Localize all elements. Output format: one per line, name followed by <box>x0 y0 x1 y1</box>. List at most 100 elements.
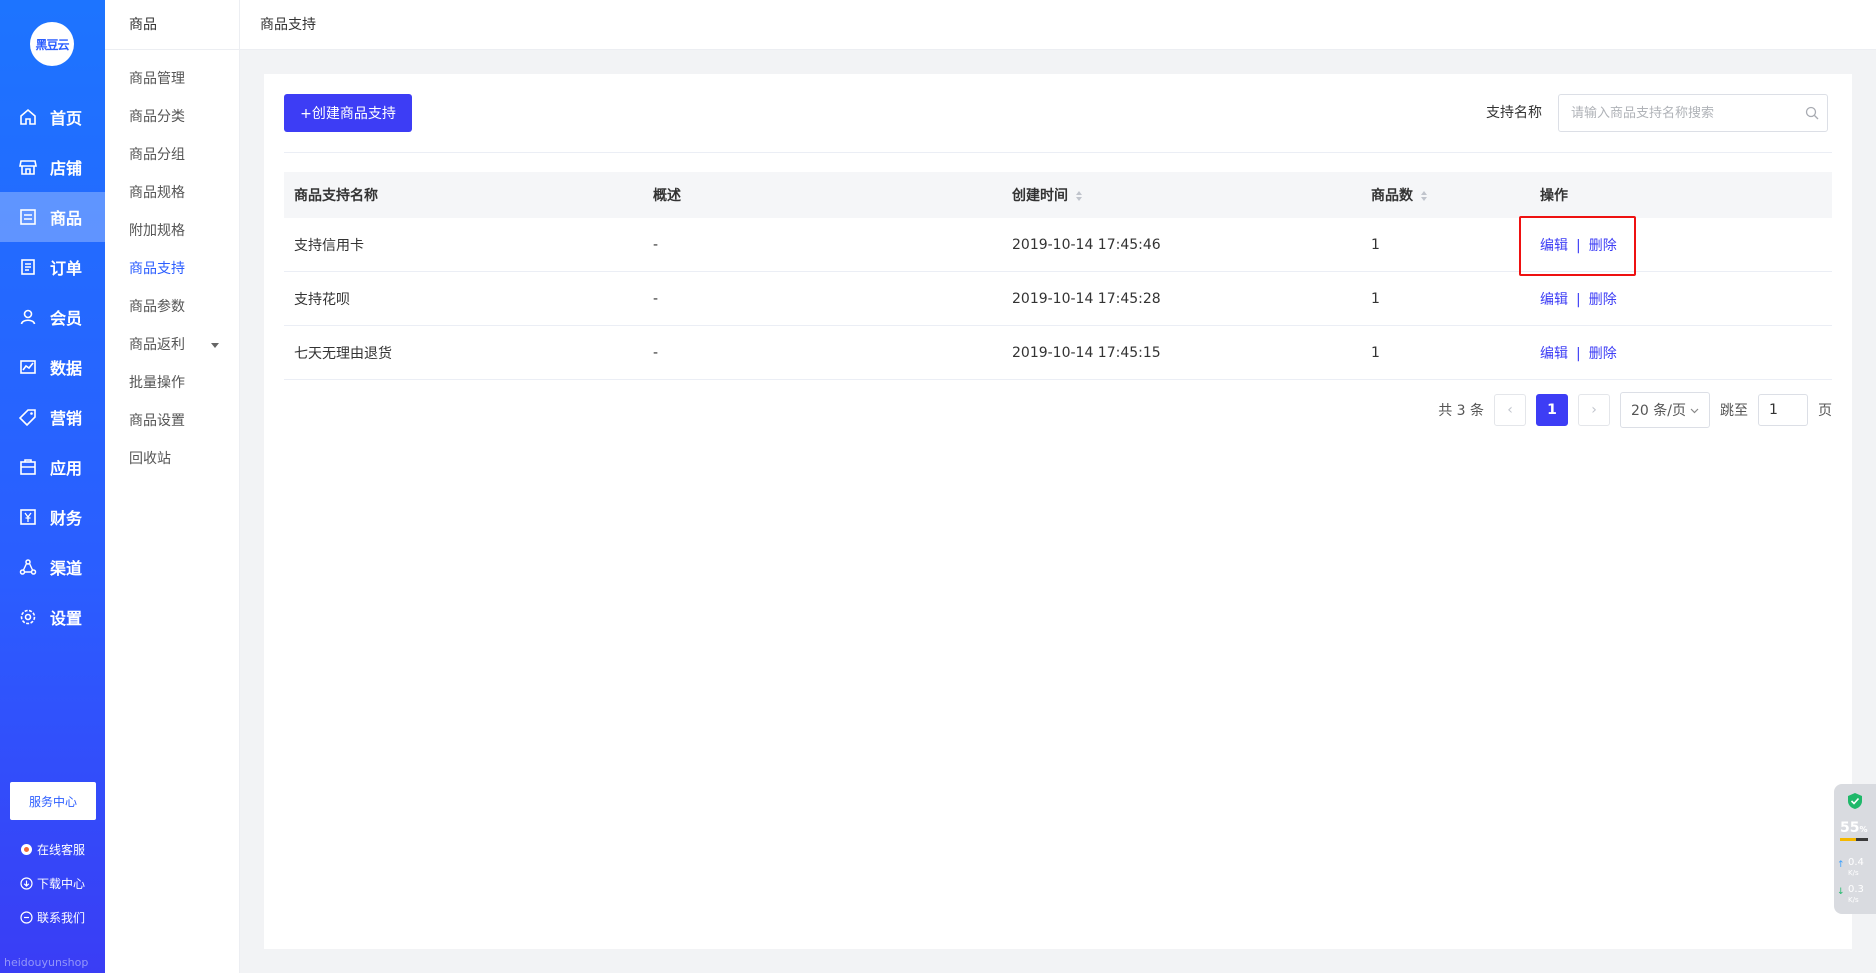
member-icon <box>18 308 38 326</box>
sub-item-goods-support[interactable]: 商品支持 <box>105 250 239 288</box>
sub-nav-list: 商品管理 商品分类 商品分组 商品规格 附加规格 商品支持 商品参数 商品返利 … <box>105 50 239 478</box>
delete-link[interactable]: 删除 <box>1589 346 1617 362</box>
search-box <box>1558 94 1828 132</box>
chevron-left-icon: ‹ <box>1507 402 1513 418</box>
download-speed: 0.3 <box>1848 884 1864 895</box>
prev-page-button[interactable]: ‹ <box>1494 394 1526 426</box>
memory-bar <box>1840 838 1868 841</box>
sub-item-goods-manage[interactable]: 商品管理 <box>105 60 239 98</box>
highlight-box <box>1519 216 1636 276</box>
nav-item-marketing[interactable]: 营销 <box>0 392 105 442</box>
sub-item-goods-settings[interactable]: 商品设置 <box>105 402 239 440</box>
delete-link[interactable]: 删除 <box>1589 292 1617 308</box>
sub-item-goods-spec[interactable]: 商品规格 <box>105 174 239 212</box>
nav-item-channel[interactable]: 渠道 <box>0 542 105 592</box>
search-label: 支持名称 <box>1486 105 1542 121</box>
nav-item-app[interactable]: 应用 <box>0 442 105 492</box>
cell-actions: 编辑 | 删除 <box>1530 343 1832 363</box>
cell-time: 2019-10-14 17:45:15 <box>1012 344 1161 361</box>
arrow-down-icon: ↓ <box>1837 887 1845 897</box>
table-header: 商品支持名称 概述 创建时间 商品数 操作 <box>284 172 1832 218</box>
nav-item-home[interactable]: 首页 <box>0 92 105 142</box>
app-icon <box>18 458 38 476</box>
nav-item-data[interactable]: 数据 <box>0 342 105 392</box>
page-suffix: 页 <box>1818 403 1832 419</box>
breadcrumb: 商品支持 <box>240 0 1876 50</box>
yuan-icon <box>18 508 38 526</box>
sub-item-goods-category[interactable]: 商品分类 <box>105 98 239 136</box>
col-header-time[interactable]: 创建时间 <box>1002 185 1361 205</box>
download-icon <box>20 877 33 890</box>
sort-icon[interactable] <box>1421 191 1427 201</box>
nav-item-member[interactable]: 会员 <box>0 292 105 342</box>
action-separator: | <box>1576 291 1581 308</box>
pagination: 共 3 条 ‹ 1 › 20 条/页 跳至 1 页 <box>1438 392 1832 428</box>
cell-desc: - <box>653 236 659 253</box>
nav-item-finance[interactable]: 财务 <box>0 492 105 542</box>
chevron-down-icon <box>1690 402 1699 418</box>
sort-icon[interactable] <box>1076 191 1082 201</box>
memory-percent: 55% <box>1840 820 1868 836</box>
search-icon[interactable] <box>1797 106 1827 120</box>
main-nav: 首页 店铺 商品 订单 会员 数据 营销 应用 财务 渠道 设置 <box>0 92 105 642</box>
nav-label: 订单 <box>50 259 83 278</box>
download-center-link[interactable]: 下载中心 <box>20 875 85 892</box>
page-button-current[interactable]: 1 <box>1536 394 1568 426</box>
sub-item-goods-params[interactable]: 商品参数 <box>105 288 239 326</box>
headset-icon <box>20 843 33 856</box>
sub-item-recycle-bin[interactable]: 回收站 <box>105 440 239 478</box>
sub-item-extra-spec[interactable]: 附加规格 <box>105 212 239 250</box>
channel-icon <box>18 558 38 576</box>
nav-label: 营销 <box>50 409 83 428</box>
cell-desc: - <box>653 290 659 307</box>
sub-item-goods-rebate[interactable]: 商品返利 <box>105 326 239 364</box>
cell-desc: - <box>653 344 659 361</box>
create-support-button[interactable]: +创建商品支持 <box>284 94 412 132</box>
jump-input[interactable]: 1 <box>1758 394 1808 426</box>
cell-time: 2019-10-14 17:45:28 <box>1012 290 1161 307</box>
col-header-name: 商品支持名称 <box>294 188 378 204</box>
arrow-up-icon: ↑ <box>1837 860 1845 870</box>
sub-sidebar-title: 商品 <box>105 0 239 50</box>
edit-link[interactable]: 编辑 <box>1540 346 1568 362</box>
tag-icon <box>18 408 38 426</box>
jump-label: 跳至 <box>1720 403 1748 419</box>
table-row: 支持花呗 - 2019-10-14 17:45:28 1 编辑 | 删除 <box>284 272 1832 326</box>
nav-label: 首页 <box>50 109 83 128</box>
cell-count: 1 <box>1371 344 1380 361</box>
nav-item-order[interactable]: 订单 <box>0 242 105 292</box>
cell-time: 2019-10-14 17:45:46 <box>1012 236 1161 253</box>
nav-label: 设置 <box>50 609 83 628</box>
logo[interactable]: 黑豆云 <box>30 22 74 66</box>
content-card: +创建商品支持 支持名称 商品支持名称 概述 创建时间 商品数 操作 支持信用卡… <box>264 74 1852 949</box>
nav-item-store[interactable]: 店铺 <box>0 142 105 192</box>
upload-unit: K/s <box>1848 869 1859 877</box>
sub-item-batch-ops[interactable]: 批量操作 <box>105 364 239 402</box>
online-service-link[interactable]: 在线客服 <box>20 841 85 858</box>
main-sidebar: 黑豆云 首页 店铺 商品 订单 会员 数据 营销 应用 财务 渠道 设置 服务中… <box>0 0 105 973</box>
contact-us-link[interactable]: 联系我们 <box>20 909 85 926</box>
total-count: 共 3 条 <box>1438 403 1484 419</box>
network-monitor-widget[interactable]: 55% ↑ 0.4 K/s ↓ 0.3 K/s <box>1834 784 1876 914</box>
shield-icon <box>1847 792 1863 813</box>
nav-item-settings[interactable]: 设置 <box>0 592 105 642</box>
brand-text: heidouyunshop <box>4 956 89 969</box>
nav-item-goods[interactable]: 商品 <box>0 192 105 242</box>
sub-item-goods-group[interactable]: 商品分组 <box>105 136 239 174</box>
edit-link[interactable]: 编辑 <box>1540 292 1568 308</box>
sub-sidebar: 商品 商品管理 商品分类 商品分组 商品规格 附加规格 商品支持 商品参数 商品… <box>105 0 240 973</box>
next-page-button[interactable]: › <box>1578 394 1610 426</box>
cell-name: 支持信用卡 <box>294 237 364 254</box>
nav-label: 应用 <box>50 459 83 478</box>
sub-item-label: 商品返利 <box>129 337 185 353</box>
chart-icon <box>18 358 38 376</box>
col-header-desc: 概述 <box>653 188 681 204</box>
cell-actions: 编辑 | 删除 <box>1530 289 1832 309</box>
search-input[interactable] <box>1559 95 1797 131</box>
col-header-count[interactable]: 商品数 <box>1361 185 1530 205</box>
order-icon <box>18 258 38 276</box>
download-unit: K/s <box>1848 896 1859 904</box>
cell-name: 七天无理由退货 <box>294 345 392 362</box>
page-size-select[interactable]: 20 条/页 <box>1620 392 1710 428</box>
service-center-button[interactable]: 服务中心 <box>10 782 96 820</box>
